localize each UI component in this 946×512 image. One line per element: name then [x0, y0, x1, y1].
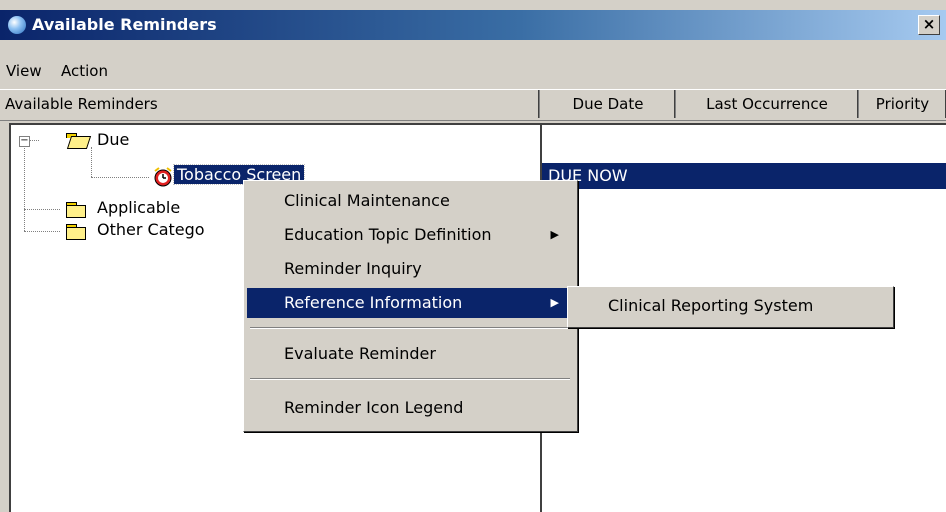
menu-item-label: Clinical Reporting System	[608, 296, 814, 315]
tree-line	[24, 209, 60, 210]
menu-item-reminder-inquiry[interactable]: Reminder Inquiry	[247, 254, 573, 284]
submenu-reference-information: Clinical Reporting System	[567, 286, 894, 328]
menu-separator	[250, 327, 570, 329]
tree-node-applicable[interactable]: Applicable	[97, 198, 180, 217]
submenu-arrow-icon: ▶	[550, 228, 559, 241]
close-button[interactable]: ×	[918, 15, 940, 35]
submenu-arrow-icon: ▶	[550, 296, 559, 309]
tree-line	[29, 140, 39, 141]
title-bar: Available Reminders ×	[0, 10, 946, 40]
menu-item-label: Reminder Icon Legend	[284, 398, 464, 417]
tree-node-other-categories[interactable]: Other Catego	[97, 220, 205, 239]
close-icon: ×	[922, 15, 936, 33]
menu-bar: View Action	[0, 58, 162, 86]
folder-open-icon	[66, 133, 92, 149]
tree-line	[91, 147, 92, 177]
collapse-toggle[interactable]: −	[19, 136, 30, 147]
menu-item-clinical-maintenance[interactable]: Clinical Maintenance	[247, 186, 573, 216]
tree-line	[91, 177, 149, 178]
column-header-bar: Available Reminders Due Date Last Occurr…	[0, 89, 946, 121]
window-globe-icon	[8, 16, 26, 34]
tree-line	[24, 145, 25, 231]
menu-separator	[250, 378, 570, 380]
menu-item-label: Education Topic Definition	[284, 225, 492, 244]
menu-item-reference-information[interactable]: Reference Information ▶	[247, 288, 573, 318]
menu-item-label: Clinical Maintenance	[284, 191, 450, 210]
menu-item-reminder-icon-legend[interactable]: Reminder Icon Legend	[247, 393, 573, 423]
list-row-due-now[interactable]: DUE NOW	[542, 163, 946, 189]
menu-item-clinical-reporting-system[interactable]: Clinical Reporting System	[571, 291, 889, 321]
header-due-date[interactable]: Due Date	[541, 90, 676, 118]
header-priority[interactable]: Priority	[859, 90, 946, 118]
menu-item-label: Reference Information	[284, 293, 463, 312]
menu-item-evaluate-reminder[interactable]: Evaluate Reminder	[247, 339, 573, 369]
alarm-clock-icon	[154, 167, 172, 187]
header-available-reminders[interactable]: Available Reminders	[0, 90, 540, 118]
menu-item-label: Reminder Inquiry	[284, 259, 422, 278]
menu-view[interactable]: View	[6, 62, 42, 80]
header-last-occurrence[interactable]: Last Occurrence	[676, 90, 859, 118]
folder-icon	[66, 202, 86, 218]
tree-line	[24, 231, 60, 232]
folder-icon	[66, 224, 86, 240]
window-title: Available Reminders	[32, 15, 217, 34]
menu-item-label: Evaluate Reminder	[284, 344, 436, 363]
menu-item-education-topic-definition[interactable]: Education Topic Definition ▶	[247, 220, 573, 250]
context-menu: Clinical Maintenance Education Topic Def…	[243, 180, 578, 432]
menu-action[interactable]: Action	[61, 62, 108, 80]
tree-node-due[interactable]: Due	[97, 130, 129, 149]
